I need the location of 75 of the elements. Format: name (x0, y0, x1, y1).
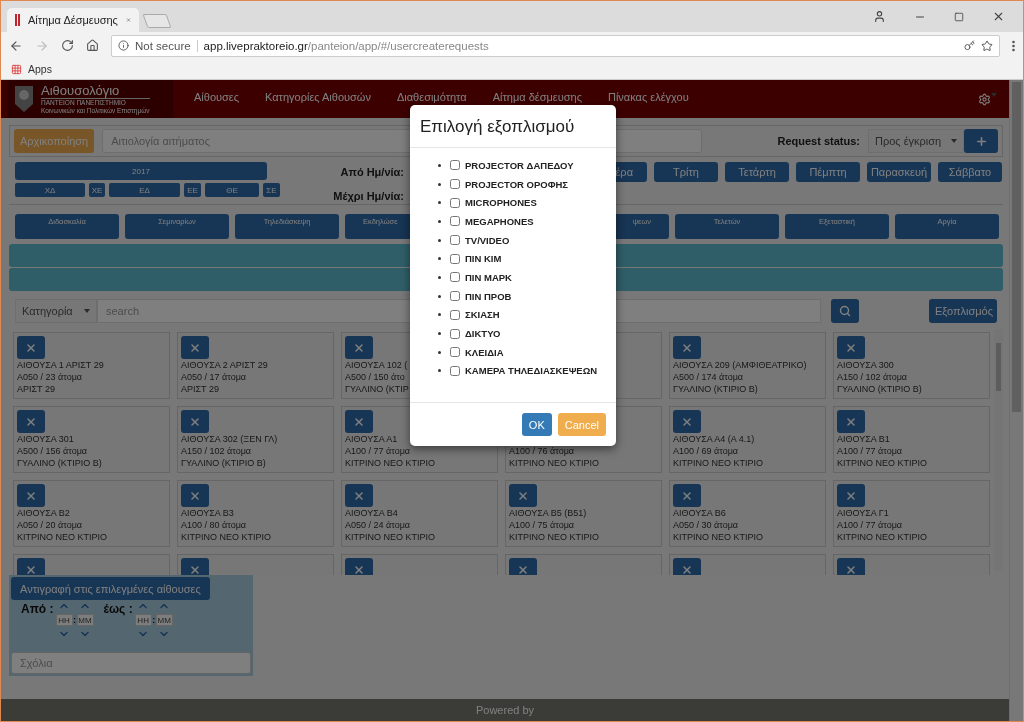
room-name: ΑΙΘΟΥΣΑ Β2 (17, 507, 70, 519)
room-building: ΚΙΤΡΙΝΟ ΝΕΟ ΚΤΙΡΙΟ (509, 531, 599, 543)
room-building: ΚΙΤΡΙΝΟ ΝΕΟ ΚΤΙΡΙΟ (837, 531, 927, 543)
from-date-label: Από Ημ/νία: (340, 166, 404, 178)
equipment-label: ΠΙΝ ΜΑΡΚ (465, 271, 512, 283)
room-capacity: Α100 / 77 άτομα (837, 519, 903, 531)
room-capacity: Α050 / 30 άτομα (673, 519, 739, 531)
room-building: ΓΥΑΛΙΝΟ (ΚΤΙΡΙΟ Β) (181, 457, 266, 469)
room-name: ΑΙΘΟΥΣΑ Β1 (837, 433, 890, 445)
room-name: ΑΙΘΟΥΣΑ 209 (ΑΜΦΙΘΕΑΤΡΙΚΟ) (673, 359, 807, 371)
room-building: ΚΙΤΡΙΝΟ ΝΕΟ ΚΤΙΡΙΟ (673, 457, 763, 469)
equipment-label: ΠΙΝ ΚΙΜ (465, 253, 502, 265)
room-building: ΚΙΤΡΙΝΟ ΝΕΟ ΚΤΙΡΙΟ (345, 457, 435, 469)
room-name: ΑΙΘΟΥΣΑ 1 ΑΡΙΣΤ 29 (17, 359, 104, 371)
room-capacity: Α050 / 23 άτομα (17, 371, 83, 383)
room-capacity: Α100 / 75 άτομα (509, 519, 575, 531)
room-name: ΑΙΘΟΥΣΑ Α1 (345, 433, 398, 445)
room-name: ΑΙΘΟΥΣΑ Β3 (181, 507, 234, 519)
room-capacity: Α100 / 69 άτομα (673, 445, 739, 457)
room-name: ΑΙΘΟΥΣΑ 2 ΑΡΙΣΤ 29 (181, 359, 268, 371)
to-date-label: Μέχρι Ημ/νία: (333, 190, 404, 202)
equipment-label: PROJECTOR ΔΑΠΕΔΟΥ (465, 159, 574, 171)
equipment-label: MICROPHONES (465, 197, 537, 209)
from-time-label: Από : (21, 601, 54, 616)
room-building: ΚΙΤΡΙΝΟ ΝΕΟ ΚΤΙΡΙΟ (17, 531, 107, 543)
room-capacity: Α150 / 102 άτομα (181, 445, 252, 457)
security-label: Not secure (135, 39, 198, 52)
room-name: ΑΙΘΟΥΣΑ Α4 (Α 4.1) (673, 433, 755, 445)
room-building: ΓΥΑΛΙΝΟ (ΚΤΙΡΙΟ Β) (17, 457, 102, 469)
equipment-label: ΠΙΝ ΠΡΟΒ (465, 290, 512, 302)
room-name: ΑΙΘΟΥΣΑ 300 (837, 359, 894, 371)
room-building: ΓΥΑΛΙΝΟ (ΚΤΙΡΙΟ Β) (673, 383, 758, 395)
brand-title: Αιθουσολόγιο (41, 83, 150, 99)
to-time-label: έως : (103, 601, 133, 616)
room-capacity: Α500 / 156 άτομα (17, 445, 88, 457)
room-capacity: Α050 / 20 άτομα (17, 519, 83, 531)
dialog-title: Επιλογή εξοπλισμού (410, 105, 616, 148)
equipment-label: PROJECTOR ΟΡΟΦΗΣ (465, 178, 569, 190)
time-separator: : (152, 615, 156, 625)
room-capacity: Α500 / 150 άτο (345, 371, 405, 383)
equipment-label: TV/VIDEO (465, 234, 510, 246)
room-capacity: Α050 / 24 άτομα (345, 519, 411, 531)
room-capacity: Α050 / 17 άτομα (181, 371, 247, 383)
room-capacity: Α100 / 77 άτομα (345, 445, 411, 457)
status-label: Request status: (777, 135, 860, 147)
time-separator: : (73, 615, 76, 625)
room-name: ΑΙΘΟΥΣΑ 301 (17, 433, 74, 445)
room-name: ΑΙΘΟΥΣΑ Β5 (Β51) (509, 507, 587, 519)
room-name: ΑΙΘΟΥΣΑ 302 (ΞΕΝ ΓΛ) (181, 433, 278, 445)
room-capacity: Α500 / 174 άτομα (673, 371, 744, 383)
room-building: ΚΙΤΡΙΝΟ ΝΕΟ ΚΤΙΡΙΟ (673, 531, 763, 543)
equipment-label: ΚΑΜΕΡΑ ΤΗΛΕΔΙΑΣΚΕΨΕΩΝ (465, 365, 598, 377)
room-building: ΚΙΤΡΙΝΟ ΝΕΟ ΚΤΙΡΙΟ (509, 457, 599, 469)
room-building: ΚΙΤΡΙΝΟ ΝΕΟ ΚΤΙΡΙΟ (837, 457, 927, 469)
room-name: ΑΙΘΟΥΣΑ Β4 (345, 507, 398, 519)
room-building: ΚΙΤΡΙΝΟ ΝΕΟ ΚΤΙΡΙΟ (345, 531, 435, 543)
tab-title: Αίτημα Δέσμευσης (28, 14, 118, 26)
room-building: ΓΥΑΛΙΝΟ (ΚΤΙΡΙΟ Β) (837, 383, 922, 395)
room-capacity: Α100 / 77 άτομα (837, 445, 903, 457)
room-name: ΑΙΘΟΥΣΑ Γ1 (837, 507, 889, 519)
equipment-label: ΔΙΚΤΥΟ (465, 328, 501, 340)
equipment-label: ΚΛΕΙΔΙΑ (465, 346, 504, 358)
url-text: app.livepraktoreio.gr/panteion/app/#/usercreaterequests (203, 39, 489, 52)
room-name: ΑΙΘΟΥΣΑ 102 ( (345, 359, 408, 371)
room-name: ΑΙΘΟΥΣΑ Β6 (673, 507, 726, 519)
room-building: ΑΡΙΣΤ 29 (17, 383, 55, 395)
room-capacity: Α100 / 76 άτομα (509, 445, 575, 457)
equipment-label: ΣΚΙΑΣΗ (465, 309, 500, 321)
equipment-label: MEGAPHONES (465, 215, 534, 227)
room-building: ΓΥΑΛΙΝΟ (ΚΤΙΡ (345, 383, 409, 395)
room-building: ΑΡΙΣΤ 29 (181, 383, 219, 395)
room-capacity: Α100 / 80 άτομα (181, 519, 247, 531)
footer-text: Powered by (1, 699, 1009, 721)
room-building: ΚΙΤΡΙΝΟ ΝΕΟ ΚΤΙΡΙΟ (181, 531, 271, 543)
room-capacity: Α150 / 102 άτομα (837, 371, 908, 383)
